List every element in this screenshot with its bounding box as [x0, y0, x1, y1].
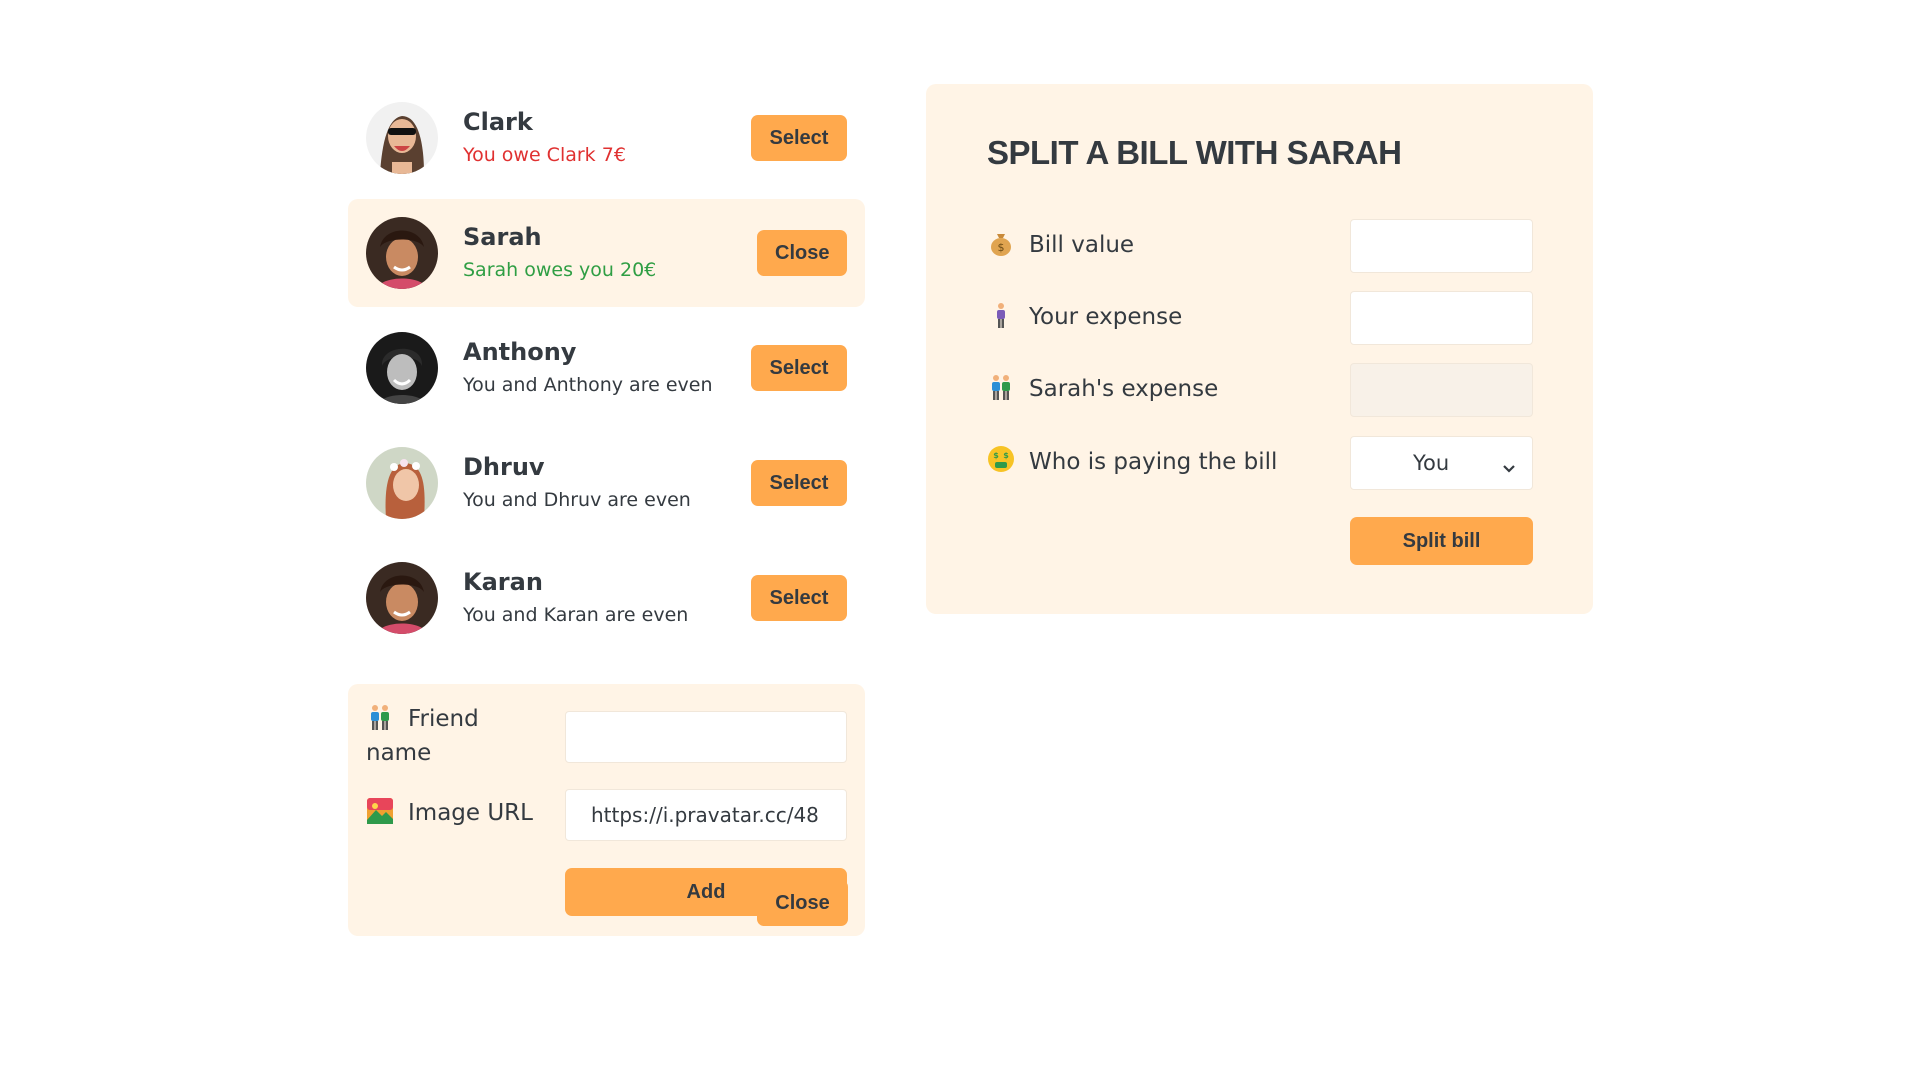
- friend-item-sarah: Sarah Sarah owes you 20€ Close: [348, 199, 865, 307]
- sidebar: Clark You owe Clark 7€ Select Sarah Sara…: [348, 84, 865, 936]
- payer-label-text: Who is paying the bill: [1029, 449, 1278, 475]
- friend-name-label: Friend name: [366, 702, 546, 770]
- people-icon: [366, 702, 394, 736]
- split-bill-form: SPLIT A BILL WITH SARAH $ Bill value You…: [926, 84, 1593, 614]
- select-button[interactable]: Select: [751, 115, 847, 161]
- split-bill-button[interactable]: Split bill: [1350, 517, 1533, 565]
- select-button[interactable]: Select: [751, 460, 847, 506]
- friend-name-label-line1: Friend: [408, 706, 479, 732]
- avatar: [366, 332, 438, 404]
- close-button[interactable]: Close: [757, 230, 847, 276]
- friends-list: Clark You owe Clark 7€ Select Sarah Sara…: [348, 84, 865, 652]
- avatar: [366, 562, 438, 634]
- chevron-down-icon: [1502, 455, 1516, 479]
- image-url-label-text: Image URL: [408, 800, 533, 826]
- payer-selected-value: You: [1413, 451, 1450, 475]
- bill-value-input[interactable]: [1350, 219, 1533, 273]
- friend-item-anthony: Anthony You and Anthony are even Select: [348, 314, 865, 422]
- friend-expense-label: Sarah's expense: [987, 372, 1218, 406]
- split-bill-title: SPLIT A BILL WITH SARAH: [987, 134, 1402, 171]
- svg-text:$: $: [1003, 451, 1009, 460]
- friend-item-dhruv: Dhruv You and Dhruv are even Select: [348, 429, 865, 537]
- money-mouth-face-icon: $ $: [987, 445, 1015, 479]
- friend-name-input[interactable]: [565, 711, 847, 763]
- friend-item-clark: Clark You owe Clark 7€ Select: [348, 84, 865, 192]
- your-expense-label-text: Your expense: [1029, 304, 1183, 330]
- avatar: [366, 447, 438, 519]
- payer-label: $ $ Who is paying the bill: [987, 445, 1277, 479]
- svg-text:$: $: [998, 241, 1005, 254]
- money-bag-icon: $: [987, 228, 1015, 262]
- your-expense-input[interactable]: [1350, 291, 1533, 345]
- avatar: [366, 102, 438, 174]
- image-url-input[interactable]: [565, 789, 847, 841]
- avatar: [366, 217, 438, 289]
- your-expense-label: Your expense: [987, 300, 1182, 334]
- close-add-form-button[interactable]: Close: [757, 880, 848, 926]
- friend-item-karan: Karan You and Karan are even Select: [348, 544, 865, 652]
- select-button[interactable]: Select: [751, 345, 847, 391]
- bill-value-label: $ Bill value: [987, 228, 1134, 262]
- payer-select[interactable]: You: [1350, 436, 1533, 490]
- picture-icon: [366, 796, 394, 830]
- person-icon: [987, 300, 1015, 334]
- image-url-label: Image URL: [366, 796, 533, 830]
- select-button[interactable]: Select: [751, 575, 847, 621]
- bill-value-label-text: Bill value: [1029, 232, 1135, 258]
- people-icon: [987, 372, 1015, 406]
- friend-name-label-line2: name: [366, 740, 432, 766]
- friend-expense-input: [1350, 363, 1533, 417]
- app: Clark You owe Clark 7€ Select Sarah Sara…: [0, 0, 1920, 1080]
- friend-expense-label-text: Sarah's expense: [1029, 376, 1219, 402]
- svg-text:$: $: [993, 451, 999, 460]
